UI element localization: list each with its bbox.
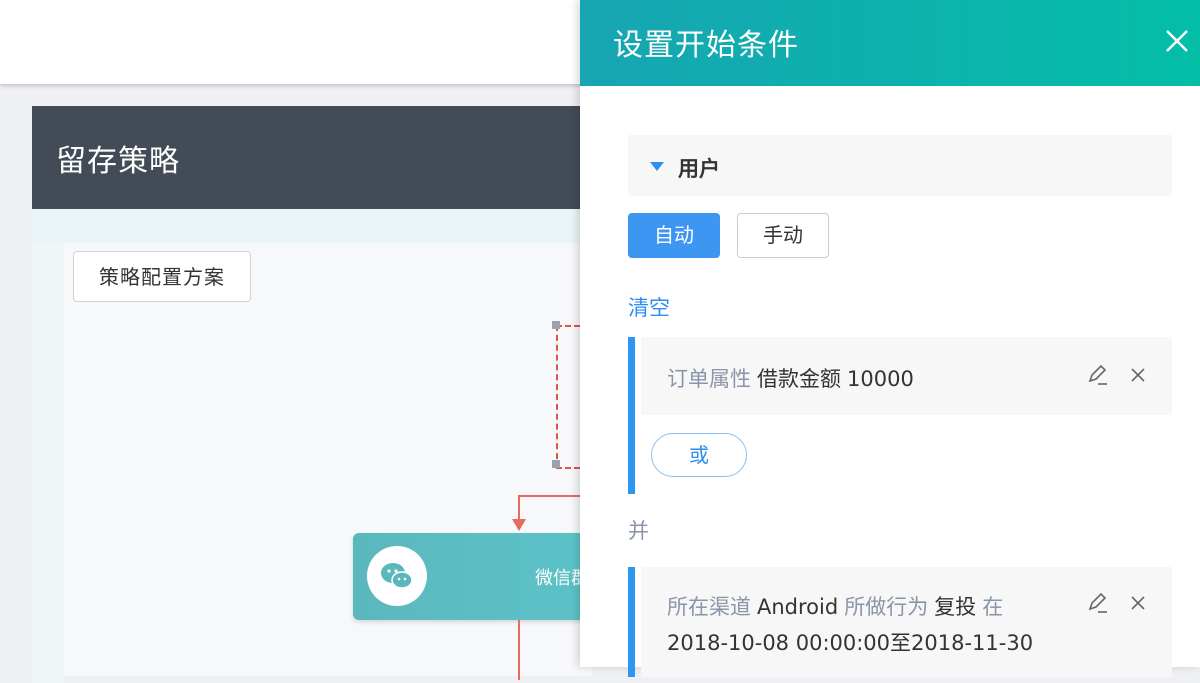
condition-field: 借款金额 [757,367,841,391]
condition-field-label: 订单属性 [667,367,751,391]
edit-icon[interactable] [1085,363,1109,387]
flow-connector [518,620,520,680]
caret-down-icon [650,162,664,171]
channel-label: 所在渠道 [667,595,751,619]
card-title: 留存策略 [56,144,180,179]
card-toolbar-strip [32,209,592,243]
action-value: 复投 [934,595,977,619]
remove-icon[interactable] [1129,366,1147,384]
at-label: 在 [982,595,1004,619]
wechat-icon [367,546,427,606]
time-range: 2018-10-08 00:00:00至2018-11-30 [667,631,1034,655]
strategy-card: 留存策略 策略配置方案 微信群 [32,106,603,683]
condition-row: 订单属性 借款金额 10000 [641,337,1172,415]
strategy-plan-button[interactable]: 策略配置方案 [73,251,251,302]
panel-title: 设置开始条件 [613,28,799,63]
resize-handle-top[interactable] [552,321,560,329]
condition-group-bar [628,567,635,677]
condition-text: 订单属性 借款金额 10000 [667,363,914,393]
edit-icon[interactable] [1085,591,1109,615]
arrow-down-icon [512,519,526,531]
start-condition-panel: 设置开始条件 用户 自动 手动 清空 订单属性 借款金额 10000 或 并 所… [580,0,1200,677]
close-icon[interactable] [1160,24,1194,58]
or-button[interactable]: 或 [651,433,747,477]
resize-handle-bottom[interactable] [552,460,560,468]
clear-link[interactable]: 清空 [628,292,670,322]
and-label: 并 [628,519,649,543]
group-label: 用户 [678,157,720,181]
remove-icon[interactable] [1129,594,1147,612]
condition-value: 10000 [847,367,914,391]
condition-row: 所在渠道 Android 所做行为 复投在 2018-10-08 00:00:00至2… [641,567,1172,677]
panel-header: 设置开始条件 [580,0,1200,86]
manual-mode-button[interactable]: 手动 [737,213,829,258]
condition-text: 所在渠道 Android 所做行为 复投在 [667,591,1003,621]
channel-value: Android [757,595,839,619]
user-group-toggle[interactable]: 用户 [628,135,1172,196]
card-header: 留存策略 [32,106,592,209]
condition-group-bar [628,337,635,494]
action-label: 所做行为 [844,595,929,619]
wechat-group-node[interactable]: 微信群 [353,533,603,620]
canvas-left-gutter [32,243,64,683]
auto-mode-button[interactable]: 自动 [628,213,720,258]
